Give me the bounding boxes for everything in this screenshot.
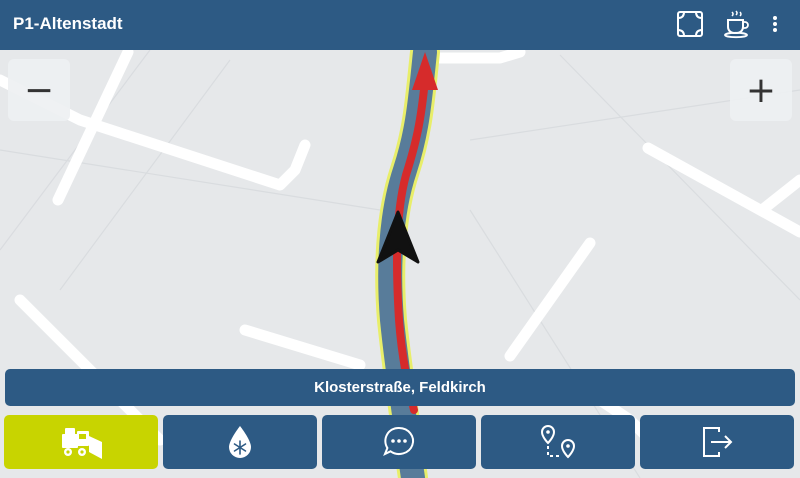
top-app-bar: P1-Altenstadt bbox=[0, 0, 800, 50]
page-title: P1-Altenstadt bbox=[13, 14, 123, 33]
more-vert-icon[interactable] bbox=[765, 9, 785, 39]
chat-bubble-icon bbox=[381, 424, 417, 460]
zoom-out-button[interactable]: − bbox=[8, 59, 70, 121]
zoom-in-button[interactable]: + bbox=[730, 59, 792, 121]
coffee-cup-icon[interactable] bbox=[721, 9, 751, 39]
zoom-in-label: + bbox=[745, 69, 777, 111]
map-view[interactable] bbox=[0, 0, 800, 478]
current-street-label: Klosterstraße, Feldkirch bbox=[314, 379, 486, 396]
exit-icon bbox=[699, 424, 735, 460]
route-button[interactable] bbox=[481, 415, 635, 469]
snowplow-truck-icon bbox=[58, 422, 104, 462]
salt-drop-snowflake-icon bbox=[225, 424, 255, 460]
messages-button[interactable] bbox=[322, 415, 476, 469]
logout-button[interactable] bbox=[640, 415, 794, 469]
current-street-bar: Klosterstraße, Feldkirch bbox=[5, 369, 795, 406]
fullscreen-icon[interactable] bbox=[675, 9, 705, 39]
zoom-out-label: − bbox=[23, 69, 55, 111]
spreading-button[interactable] bbox=[163, 415, 317, 469]
route-waypoints-icon bbox=[538, 423, 578, 461]
snowplow-mode-button[interactable] bbox=[4, 415, 158, 469]
